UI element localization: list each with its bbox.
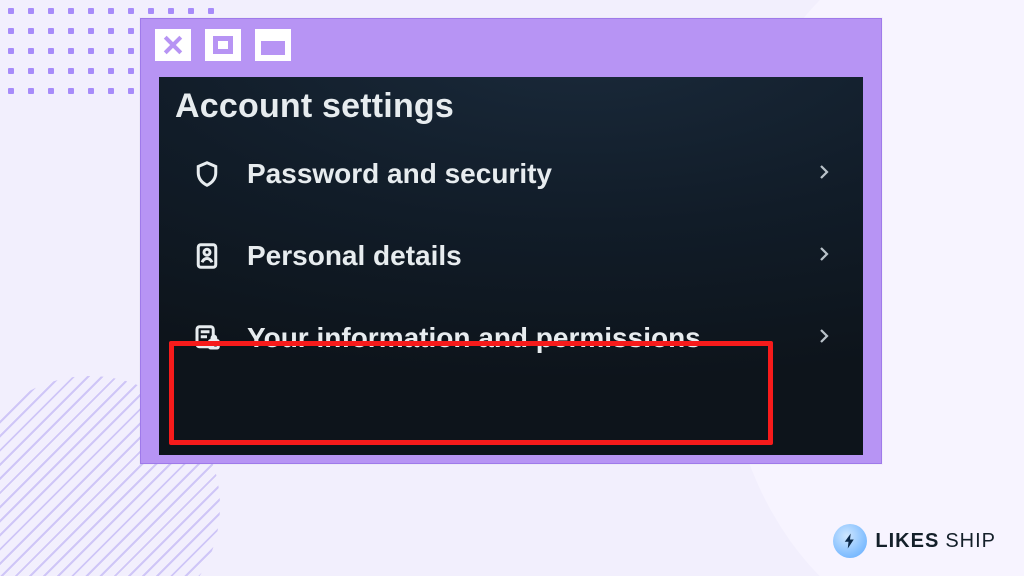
item-label: Password and security bbox=[247, 157, 552, 191]
minimize-icon[interactable] bbox=[255, 29, 291, 61]
settings-list: Password and security Personal details bbox=[171, 138, 851, 374]
chevron-right-icon bbox=[815, 240, 833, 273]
brand-text-2: SHIP bbox=[945, 530, 996, 553]
page-title: Account settings bbox=[175, 87, 851, 126]
close-icon[interactable] bbox=[155, 29, 191, 61]
window-frame: Account settings Password and security P… bbox=[140, 18, 882, 464]
brand-logo: LIKES SHIP bbox=[833, 524, 996, 558]
id-card-icon bbox=[189, 238, 225, 274]
item-info-permissions[interactable]: Your information and permissions bbox=[171, 302, 851, 374]
maximize-icon[interactable] bbox=[205, 29, 241, 61]
item-label: Your information and permissions bbox=[247, 321, 701, 355]
item-label: Personal details bbox=[247, 239, 462, 273]
shield-icon bbox=[189, 156, 225, 192]
settings-panel: Account settings Password and security P… bbox=[159, 77, 863, 455]
brand-bolt-icon bbox=[833, 524, 867, 558]
doc-lock-icon bbox=[189, 320, 225, 356]
item-password-security[interactable]: Password and security bbox=[171, 138, 851, 210]
chevron-right-icon bbox=[815, 322, 833, 355]
brand-text-1: LIKES bbox=[875, 530, 939, 553]
chevron-right-icon bbox=[815, 158, 833, 191]
item-personal-details[interactable]: Personal details bbox=[171, 220, 851, 292]
titlebar bbox=[141, 19, 881, 71]
